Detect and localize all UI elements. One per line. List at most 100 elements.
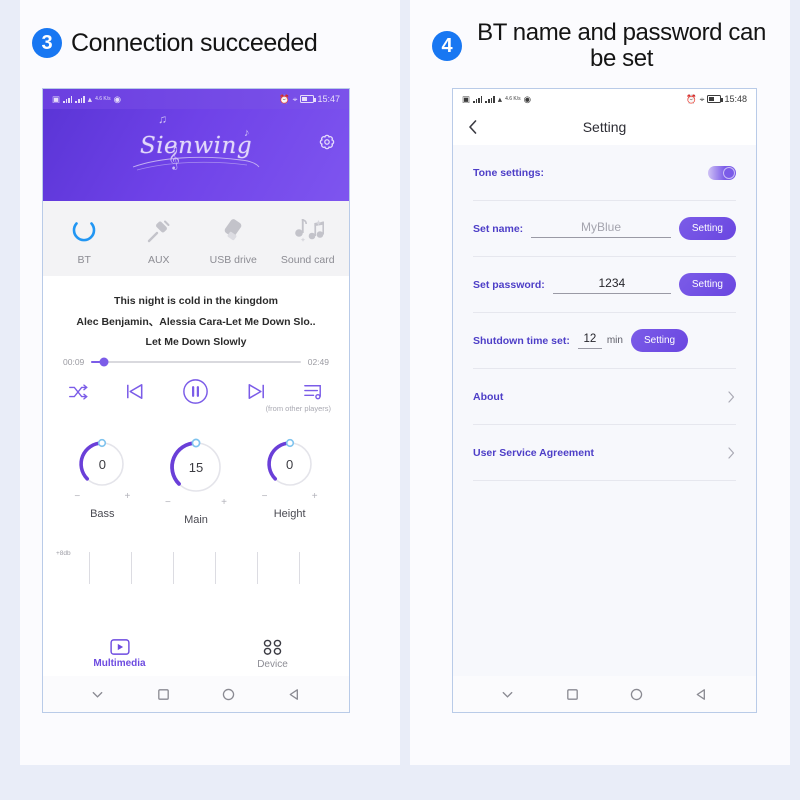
shutdown-setting-button[interactable]: Setting	[630, 329, 689, 352]
playlist-icon[interactable]	[302, 380, 325, 403]
knob-value-main: 15	[188, 459, 204, 475]
knob-bass[interactable]: 0 − + Bass	[74, 436, 130, 526]
knob-height[interactable]: 0 − + Height	[262, 436, 318, 526]
now-playing-card: This night is cold in the kingdom Alec B…	[51, 284, 341, 416]
knob-minus-height[interactable]: −	[262, 491, 268, 502]
tab-multimedia[interactable]: Multimedia	[43, 632, 196, 676]
track-subtitle: Let Me Down Slowly	[145, 336, 247, 349]
chevron-left-icon[interactable]	[465, 118, 481, 136]
knob-adjust-main: − +	[165, 497, 227, 508]
alarm-icon: ⏰	[279, 93, 290, 104]
settings-label-about: About	[473, 390, 504, 403]
step-number-badge: 3	[32, 28, 62, 58]
grid-squares-icon	[263, 639, 282, 655]
alarm-icon: ⏰	[686, 93, 697, 104]
knob-plus-main[interactable]: +	[221, 497, 227, 508]
circle-icon[interactable]	[629, 687, 644, 702]
knob-value-bass: 0	[98, 456, 106, 472]
shuffle-icon[interactable]	[67, 381, 89, 403]
shutdown-time-unit: min	[606, 335, 623, 346]
step-number-badge: 4	[432, 30, 462, 61]
elapsed-time: 00:09	[63, 357, 85, 368]
settings-label-name: Set name:	[473, 222, 524, 235]
page-title: Setting	[582, 119, 627, 135]
triangle-back-icon[interactable]	[694, 687, 709, 702]
knob-label-height: Height	[273, 508, 306, 521]
aux-plug-icon	[144, 214, 174, 248]
status-bar-clock: 15:47	[317, 94, 340, 104]
knob-minus-main[interactable]: −	[165, 497, 171, 508]
signal-bars-2-icon	[485, 95, 495, 103]
tone-settings-toggle[interactable]	[708, 165, 736, 180]
source-item-sound-card[interactable]: Sound card	[273, 214, 343, 266]
location-icon: ⌖	[292, 93, 298, 104]
equalizer-graph[interactable]: +8db	[51, 544, 341, 585]
pause-circle-icon[interactable]	[180, 376, 211, 407]
source-item-bt[interactable]: BT	[49, 214, 119, 266]
equalizer-knob-card: 0 − + Bass 15 − + Main 0 − + Height	[51, 423, 341, 538]
music-note-top-icon: ♫	[158, 112, 167, 126]
settings-row-about[interactable]: About	[473, 369, 736, 425]
circle-icon[interactable]	[221, 687, 236, 702]
settings-row-tone[interactable]: Tone settings:	[473, 145, 736, 201]
android-nav-bar-right	[453, 676, 756, 712]
tab-device[interactable]: Device	[196, 632, 349, 676]
settings-label-shutdown: Shutdown time set:	[473, 334, 570, 347]
headline-step-3: 3 Connection succeeded	[32, 28, 318, 58]
knob-value-height: 0	[286, 456, 294, 472]
bt-name-setting-button[interactable]: Setting	[678, 217, 736, 240]
knob-main[interactable]: 15 − + Main	[165, 436, 227, 526]
source-label-sound-card: Sound card	[280, 254, 335, 266]
android-nav-bar-left	[43, 676, 349, 712]
status-bar-right-icons: ⏰ ⌖ 15:47	[279, 94, 340, 104]
network-speed-label: 4.6 K/s	[95, 95, 111, 102]
knob-label-bass: Bass	[90, 508, 115, 521]
tab-label-device: Device	[257, 658, 288, 670]
next-track-icon[interactable]	[245, 380, 268, 403]
player-source-note: (from other players)	[265, 404, 331, 414]
record-dot-icon: ◉	[113, 93, 122, 104]
settings-label-password: Set password:	[473, 278, 545, 291]
chevron-down-icon[interactable]	[90, 687, 105, 702]
status-bar-left: ▣ ▴ 4.6 K/s ◉ ⏰ ⌖ 15:47	[43, 89, 349, 109]
wifi-icon: ▴	[497, 93, 503, 104]
shutdown-time-input[interactable]: 12	[577, 333, 602, 349]
tab-label-multimedia: Multimedia	[93, 658, 146, 669]
signal-bars-2-icon	[75, 95, 85, 103]
battery-icon	[707, 95, 723, 103]
chevron-down-icon[interactable]	[500, 687, 515, 702]
equalizer-grid-lines	[51, 544, 341, 585]
source-label-aux: AUX	[147, 254, 170, 266]
settings-label-tone: Tone settings:	[473, 166, 544, 179]
bt-name-input[interactable]: MyBlue	[531, 220, 671, 238]
playback-controls	[63, 376, 329, 407]
triangle-back-icon[interactable]	[287, 687, 302, 702]
track-artist: Alec Benjamin、Alessia Cara-Let Me Down S…	[76, 316, 316, 329]
settings-row-terms[interactable]: User Service Agreement	[473, 425, 736, 481]
bluetooth-ring-icon	[69, 214, 99, 248]
step-title: BT name and password can be set	[477, 19, 766, 72]
sim-card-icon: ▣	[462, 93, 471, 104]
square-icon[interactable]	[156, 687, 171, 702]
source-item-usb[interactable]: USB drive	[198, 214, 268, 266]
record-dot-icon: ◉	[523, 93, 532, 104]
source-item-aux[interactable]: AUX	[124, 214, 194, 266]
gear-icon[interactable]	[316, 133, 338, 155]
knob-plus-bass[interactable]: +	[124, 491, 130, 502]
battery-icon	[300, 95, 316, 103]
status-bar-right: ▣ ▴ 4.6 K/s ◉ ⏰ ⌖ 15:48	[453, 89, 756, 109]
bt-password-input[interactable]: 1234	[552, 276, 671, 294]
headline-step-4: 4 BT name and password can be set	[432, 20, 772, 72]
square-icon[interactable]	[565, 687, 580, 702]
settings-label-terms: User Service Agreement	[473, 446, 595, 459]
source-label-usb: USB drive	[209, 254, 257, 266]
progress-handle[interactable]	[99, 357, 109, 367]
progress-slider[interactable]	[91, 357, 301, 367]
settings-list: Tone settings: Set name: MyBlue Setting …	[453, 145, 756, 676]
bt-password-setting-button[interactable]: Setting	[678, 273, 736, 296]
previous-track-icon[interactable]	[123, 380, 146, 403]
duration-time: 02:49	[307, 357, 329, 368]
knob-plus-height[interactable]: +	[312, 491, 318, 502]
knob-minus-bass[interactable]: −	[74, 491, 80, 502]
brand-hero-banner: ♫ ♪ 𝄞 Sienwing	[43, 109, 349, 201]
